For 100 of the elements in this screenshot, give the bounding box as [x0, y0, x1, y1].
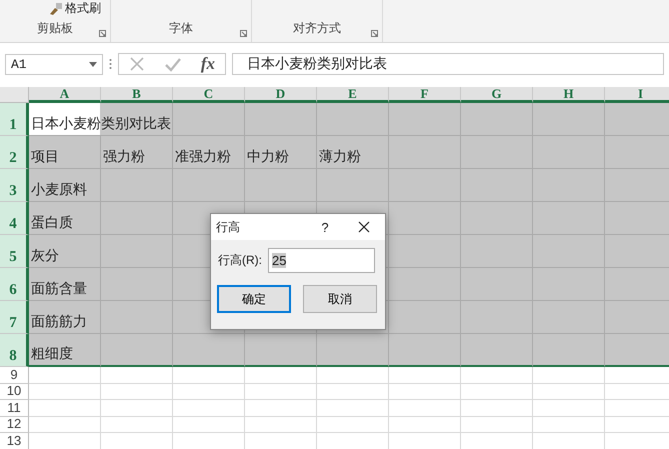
table-cell: [533, 367, 605, 384]
table-cell: [317, 103, 389, 136]
table-cell: [461, 136, 533, 169]
table-cell: [461, 334, 533, 367]
dialog-title: 行高: [216, 218, 241, 236]
column-header[interactable]: G: [461, 87, 533, 103]
table-cell: 面筋含量: [29, 268, 101, 301]
check-icon[interactable]: [164, 56, 181, 72]
row-header[interactable]: 4: [0, 202, 29, 235]
column-header[interactable]: I: [605, 87, 669, 103]
table-cell: [461, 301, 533, 334]
table-cell: 粗细度: [29, 334, 101, 367]
table-cell: [317, 400, 389, 416]
cancel-button[interactable]: 取消: [303, 285, 377, 313]
column-header[interactable]: A: [29, 87, 101, 103]
dialog-launcher-icon[interactable]: [99, 30, 106, 37]
column-header[interactable]: B: [101, 87, 173, 103]
dialog-launcher-icon[interactable]: [240, 30, 247, 37]
row-header[interactable]: 9: [0, 367, 29, 384]
column-header[interactable]: F: [389, 87, 461, 103]
row-header[interactable]: 1: [0, 103, 29, 136]
ribbon-group-label: 字体: [169, 20, 193, 37]
column-header[interactable]: D: [245, 87, 317, 103]
table-cell: [461, 169, 533, 202]
table-cell: [533, 268, 605, 301]
table-cell: [245, 169, 317, 202]
table-cell: [389, 202, 461, 235]
table-cell: 灰分: [29, 235, 101, 268]
table-cell: 强力粉: [101, 136, 173, 169]
table-cell: [389, 334, 461, 367]
table-cell: [605, 268, 669, 301]
format-painter-button[interactable]: 格式刷: [65, 0, 101, 17]
table-cell: [461, 384, 533, 400]
table-cell: [389, 367, 461, 384]
table-cell: [533, 400, 605, 416]
table-cell: [101, 400, 173, 416]
row-height-field[interactable]: 25: [268, 248, 375, 273]
table-cell: [605, 334, 669, 367]
row-header[interactable]: 10: [0, 384, 29, 400]
help-button[interactable]: ?: [307, 220, 343, 234]
row-header[interactable]: 7: [0, 301, 29, 334]
insert-function-button[interactable]: fx: [200, 54, 216, 74]
row-header[interactable]: 8: [0, 334, 29, 367]
table-cell: [389, 235, 461, 268]
row-header[interactable]: 12: [0, 416, 29, 433]
table-cell: [533, 103, 605, 136]
row-header[interactable]: 5: [0, 235, 29, 268]
table-cell: [29, 400, 101, 416]
table-cell: [605, 301, 669, 334]
table-cell: [173, 384, 245, 400]
table-cell: [461, 103, 533, 136]
table-cell: [389, 400, 461, 416]
table-cell: [101, 301, 173, 334]
table-cell: [245, 367, 317, 384]
row-header[interactable]: 11: [0, 400, 29, 416]
table-cell: [461, 400, 533, 416]
close-icon: [358, 221, 370, 233]
column-header[interactable]: E: [317, 87, 389, 103]
table-cell: 项目: [29, 136, 101, 169]
dialog-launcher-icon[interactable]: [371, 30, 378, 37]
ok-button[interactable]: 确定: [217, 285, 291, 313]
table-cell: 准强力粉: [173, 136, 245, 169]
table-cell: [101, 384, 173, 400]
caret-icon: [89, 62, 97, 66]
table-cell: [245, 400, 317, 416]
table-cell: [29, 367, 101, 384]
table-cell: 中力粉: [245, 136, 317, 169]
row-header[interactable]: 2: [0, 136, 29, 169]
table-cell: [389, 384, 461, 400]
column-header[interactable]: H: [533, 87, 605, 103]
table-cell: [389, 136, 461, 169]
table-cell: [101, 235, 173, 268]
table-cell: [605, 103, 669, 136]
table-cell: 日本小麦粉类别对比表: [29, 103, 173, 136]
table-cell: [173, 400, 245, 416]
table-cell: 薄力粉: [317, 136, 389, 169]
table-cell: [101, 202, 173, 235]
table-cell: [605, 169, 669, 202]
table-cell: [389, 169, 461, 202]
table-cell: [317, 334, 389, 367]
table-cell: [533, 301, 605, 334]
formula-field[interactable]: 日本小麦粉类别对比表: [232, 53, 664, 75]
column-header[interactable]: C: [173, 87, 245, 103]
table-cell: [173, 367, 245, 384]
table-cell: [533, 169, 605, 202]
table-cell: 面筋筋力: [29, 301, 101, 334]
name-box[interactable]: A1: [5, 54, 103, 74]
table-cell: [389, 103, 461, 136]
table-cell: [389, 301, 461, 334]
field-label: 行高(R):: [218, 252, 262, 269]
ribbon-group-label: 剪贴板: [37, 20, 73, 37]
table-cell: [461, 367, 533, 384]
row-header[interactable]: 3: [0, 169, 29, 202]
table-cell: [317, 367, 389, 384]
table-cell: [533, 235, 605, 268]
grip-icon: [109, 57, 112, 71]
table-cell: [533, 334, 605, 367]
table-cell: [29, 384, 101, 400]
row-header[interactable]: 6: [0, 268, 29, 301]
brush-icon[interactable]: [48, 2, 62, 14]
